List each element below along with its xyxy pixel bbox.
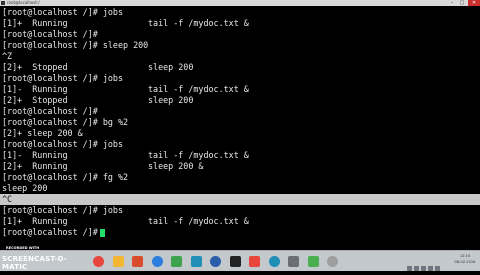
terminal-line: [1]- Running tail -f /mydoc.txt & (2, 84, 249, 95)
watermark-line2: SCREENCAST-O-MATIC (2, 255, 67, 271)
minimize-button[interactable]: – (447, 0, 457, 6)
terminal-line: [root@localhost /]# jobs (2, 73, 123, 84)
terminal-line-text: sleep 200 (2, 183, 48, 193)
terminal-line: [root@localhost /]# jobs (2, 7, 123, 18)
network-icon[interactable] (190, 256, 202, 267)
terminal-line-text: [2]+ Stopped (2, 95, 68, 105)
terminal-line-text: [1]- Running (2, 84, 68, 94)
terminal-line-command: tail -f /mydoc.txt & (148, 18, 249, 28)
terminal-line-text: [root@localhost /]# jobs (2, 205, 124, 215)
terminal-line-text: [root@localhost /]# jobs (2, 7, 124, 17)
terminal-line-text: [2]+ Stopped (2, 62, 68, 72)
terminal-line: [2]+ Running sleep 200 & (2, 161, 203, 172)
terminal-line: [root@localhost /]# sleep 200 (2, 40, 148, 51)
terminal-line: ^C (0, 194, 480, 205)
tray-icon[interactable] (428, 266, 433, 271)
terminal-line-text: [1]- Running (2, 150, 68, 160)
terminal-line-text: [root@localhost /]# jobs (2, 73, 124, 83)
terminal-line-command: tail -f /mydoc.txt & (148, 150, 249, 160)
app-icon-2[interactable] (327, 256, 338, 267)
window-titlebar: root@localhost:/ – □ ✕ (0, 0, 480, 6)
terminal-output[interactable]: [root@localhost /]# jobs [1]+ Running tail… (0, 7, 480, 247)
terminal-line: [root@localhost /]# (2, 227, 105, 238)
terminal-line-text: [2]+ sleep 200 & (2, 128, 83, 138)
terminal-line: [2]+ Stopped sleep 200 (2, 62, 193, 73)
clock-date: 08-02-2016 (454, 260, 476, 264)
terminal-line-text: [1]+ Running (2, 18, 68, 28)
browser-icon[interactable] (151, 256, 163, 267)
terminal-line-command: sleep 200 (148, 95, 194, 105)
settings-icon[interactable] (288, 256, 299, 267)
terminal-line: [root@localhost /]# (2, 106, 98, 117)
recording-watermark: RECORDED WITH SCREENCAST-O-MATIC (2, 246, 84, 271)
terminal-line-text: [root@localhost /]# (2, 29, 98, 39)
terminal-line: [root@localhost /]# jobs (2, 139, 123, 150)
terminal-line: sleep 200 (2, 183, 47, 194)
terminal-line: [1]- Running tail -f /mydoc.txt & (2, 150, 249, 161)
media-player-icon[interactable] (132, 256, 143, 267)
app-icon[interactable] (171, 256, 182, 267)
terminal-line: ^Z (2, 51, 12, 62)
terminal-line-text: [root@localhost /]# (2, 227, 98, 237)
terminal-line-command: tail -f /mydoc.txt & (148, 216, 249, 226)
terminal-line-command: tail -f /mydoc.txt & (148, 84, 249, 94)
chrome-icon-2[interactable] (249, 256, 260, 267)
taskbar-clock[interactable]: 12:15 08-02-2016 (451, 253, 479, 265)
terminal-line: [1]+ Running tail -f /mydoc.txt & (2, 216, 249, 227)
watermark-line1: RECORDED WITH (6, 246, 40, 250)
terminal-line-text: [root@localhost /]# sleep 200 (2, 40, 149, 50)
window-title: root@localhost:/ (7, 0, 40, 5)
terminal-line-text: ^Z (2, 51, 13, 61)
terminal-line-text: ^C (2, 194, 13, 204)
terminal-line-text: [1]+ Running (2, 216, 68, 226)
terminal-line: [2]+ Stopped sleep 200 (2, 95, 193, 106)
terminal-line: [2]+ sleep 200 & (2, 128, 83, 139)
close-button[interactable]: ✕ (468, 0, 480, 6)
maximize-button[interactable]: □ (457, 0, 467, 6)
terminal-line-text: [2]+ Running (2, 161, 68, 171)
terminal-line-command: sleep 200 (148, 62, 194, 72)
terminal-app-icon (1, 1, 5, 5)
system-tray (407, 256, 449, 271)
terminal-line-command: sleep 200 & (148, 161, 204, 171)
file-manager-icon[interactable] (112, 256, 124, 267)
terminal-line-text: [root@localhost /]# fg %2 (2, 172, 129, 182)
terminal-line: [1]+ Running tail -f /mydoc.txt & (2, 18, 249, 29)
tray-icon[interactable] (421, 266, 426, 271)
terminal-line: [root@localhost /]# bg %2 (2, 117, 128, 128)
terminal-line: [root@localhost /]# fg %2 (2, 172, 128, 183)
terminal-line-text: [root@localhost /]# jobs (2, 139, 124, 149)
tray-icon[interactable] (414, 266, 419, 271)
network-icon-2[interactable] (268, 256, 280, 267)
word-icon[interactable] (210, 256, 221, 267)
terminal-icon[interactable] (229, 256, 241, 267)
chrome-icon[interactable] (93, 256, 104, 267)
terminal-line: [root@localhost /]# jobs (2, 205, 123, 216)
tray-icon[interactable] (435, 266, 440, 271)
chrome-icon-3[interactable] (307, 256, 319, 267)
terminal-line: [root@localhost /]# (2, 29, 98, 40)
tray-icon[interactable] (407, 266, 412, 271)
terminal-cursor (99, 228, 105, 237)
terminal-line-text: [root@localhost /]# (2, 106, 98, 116)
terminal-line-text: [root@localhost /]# bg %2 (2, 117, 129, 127)
